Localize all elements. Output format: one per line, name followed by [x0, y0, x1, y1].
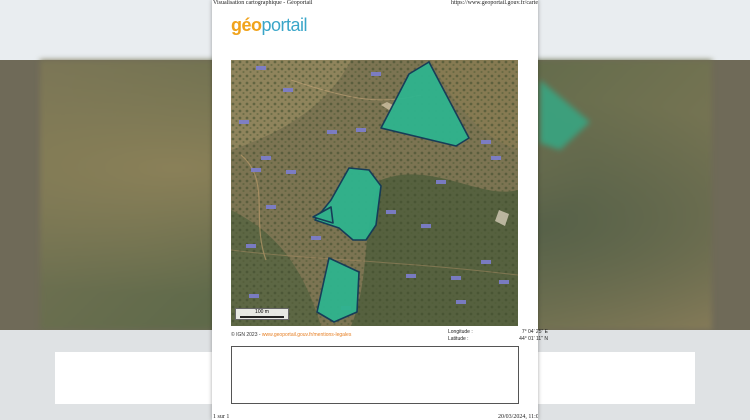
scale-bar: [240, 316, 284, 318]
latitude-label: Latitude :: [448, 336, 469, 342]
copyright-owner: © IGN 2023 -: [231, 332, 262, 338]
print-footer-page: 1 sur 1: [213, 414, 230, 420]
print-header-url: https://www.geoportail.gouv.fr/carte: [450, 0, 538, 6]
map-view[interactable]: 100 m: [231, 60, 518, 326]
print-header-title: Visualisation cartographique - Géoportai…: [213, 0, 313, 6]
print-footer-datetime: 20/03/2024, 11:05: [498, 414, 538, 420]
notes-box[interactable]: [231, 346, 519, 404]
map-scale: 100 m: [235, 308, 289, 320]
print-page: Visualisation cartographique - Géoportai…: [212, 0, 548, 420]
scale-label: 100 m: [255, 309, 269, 315]
background-parcel: [540, 80, 590, 150]
geoportail-logo: géoportail: [231, 15, 308, 36]
longitude-label: Longitude :: [448, 329, 473, 335]
legal-notice-link[interactable]: www.geoportail.gouv.fr/mentions-legales: [262, 332, 351, 338]
latitude-value: 44° 01' 11" N: [519, 336, 548, 342]
coordinates: Longitude : 7° 04' 25" E Latitude : 44° 01…: [448, 329, 548, 343]
aerial-map: [231, 60, 518, 326]
logo-part-geo: géo: [231, 15, 262, 35]
copyright: © IGN 2023 - www.geoportail.gouv.fr/ment…: [231, 332, 351, 338]
longitude-value: 7° 04' 25" E: [521, 329, 548, 335]
logo-part-portail: portail: [261, 15, 308, 35]
